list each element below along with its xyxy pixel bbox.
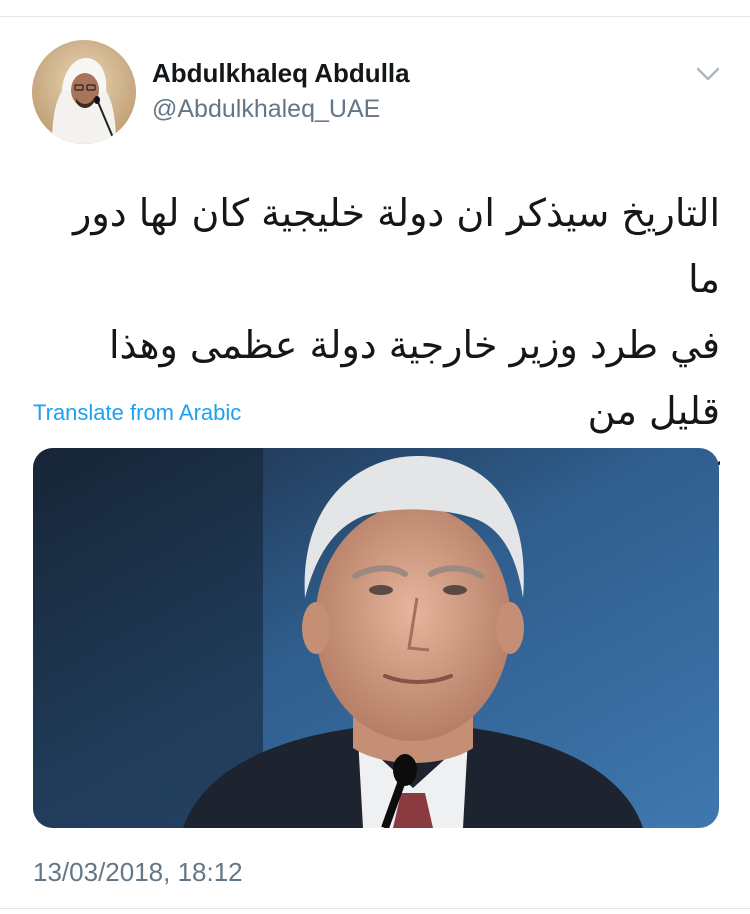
- tweet-media-photo[interactable]: [33, 448, 719, 828]
- tweet-timestamp[interactable]: 13/03/2018, 18:12: [33, 856, 243, 888]
- photo-icon: [33, 448, 719, 828]
- tweet-menu-button[interactable]: [690, 60, 726, 88]
- author-display-name[interactable]: Abdulkhaleq Abdulla: [152, 57, 410, 89]
- bottom-divider: [0, 908, 750, 909]
- top-divider: [0, 16, 750, 17]
- chevron-down-icon: [696, 67, 720, 81]
- avatar-photo-icon: [32, 40, 136, 144]
- translate-link[interactable]: Translate from Arabic: [33, 398, 241, 428]
- author-handle[interactable]: @Abdulkhaleq_UAE: [152, 93, 380, 125]
- author-avatar[interactable]: [32, 40, 136, 144]
